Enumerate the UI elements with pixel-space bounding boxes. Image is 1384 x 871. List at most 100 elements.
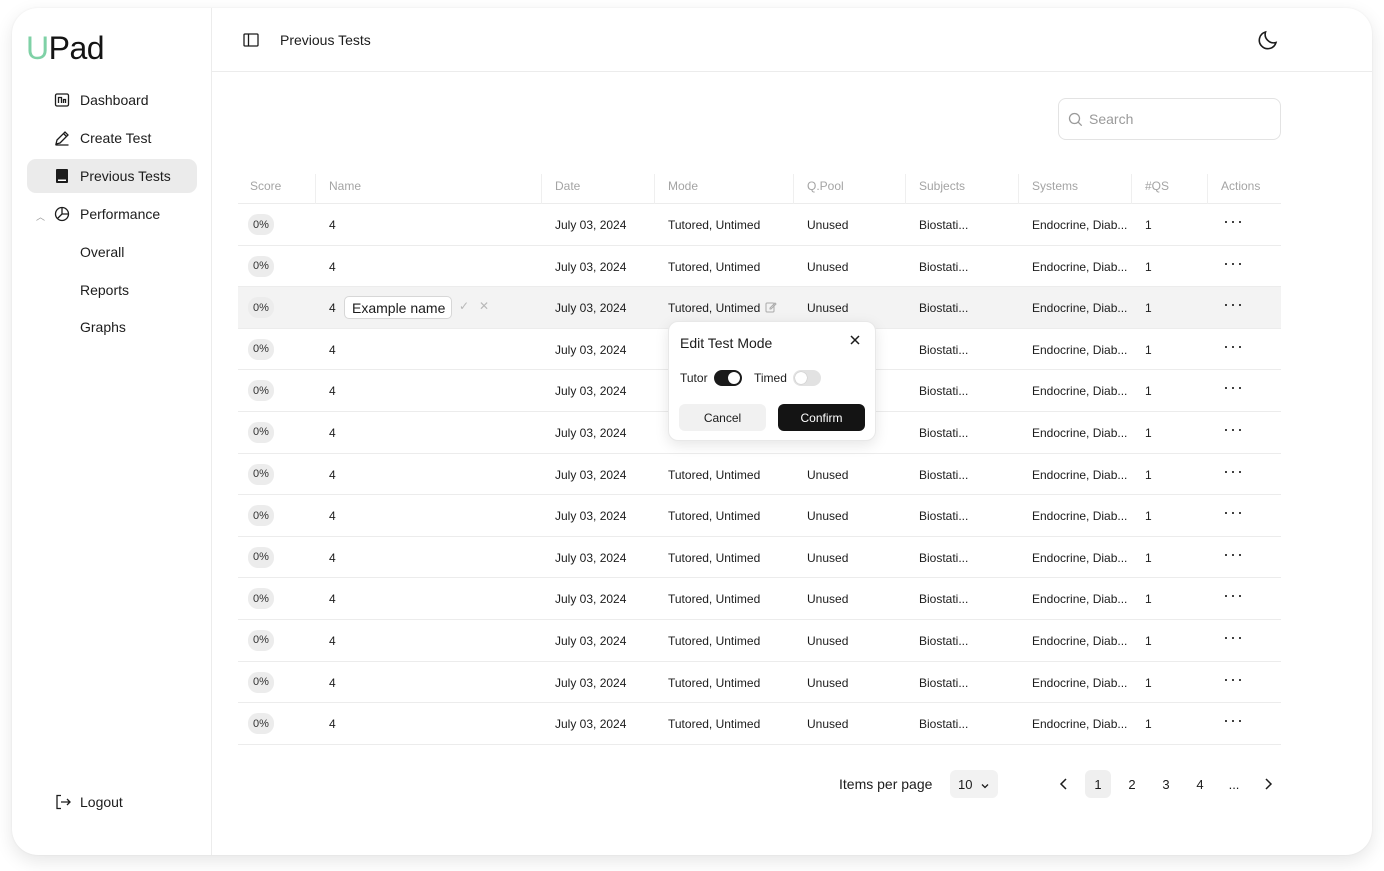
cell-name: 4 [329, 509, 336, 524]
column-header-qpool[interactable]: Q.Pool [807, 179, 844, 193]
check-icon[interactable]: ✓ [459, 299, 469, 313]
app-logo[interactable]: U Pad [26, 30, 105, 67]
more-actions-icon[interactable]: ··· [1223, 336, 1244, 357]
cell-mode: Tutored, Untimed [668, 218, 761, 232]
cell-name: 4 [329, 675, 336, 690]
sidebar-toggle-icon[interactable] [243, 32, 259, 48]
page-button-1[interactable]: 1 [1085, 770, 1111, 798]
column-header-score[interactable]: Score [250, 179, 281, 193]
cell-qpool: Unused [807, 550, 849, 565]
app-window: U Pad Dashboard Create Test Previous Test… [12, 8, 1372, 855]
rename-input[interactable] [344, 296, 452, 320]
page-button-3[interactable]: 3 [1153, 770, 1179, 798]
more-actions-icon[interactable]: ··· [1223, 294, 1244, 315]
items-per-page-value: 10 [958, 776, 973, 792]
cell-qpool: Unused [807, 633, 849, 648]
column-header-qs[interactable]: #QS [1145, 179, 1169, 193]
column-header-subjects[interactable]: Subjects [919, 179, 965, 193]
more-actions-icon[interactable]: ··· [1223, 419, 1244, 440]
sidebar-item-label: Dashboard [80, 92, 149, 108]
more-actions-icon[interactable]: ··· [1223, 211, 1244, 232]
close-icon[interactable]: ✕ [479, 299, 489, 313]
cell-mode: Tutored, Untimed [668, 717, 761, 732]
column-header-mode[interactable]: Mode [668, 179, 698, 193]
table-row[interactable]: 0% 4 July 03, 2024 Tutored, Untimed Unused Bi… [238, 537, 1281, 579]
cell-name: 4 [329, 717, 336, 732]
cell-subjects: Biostati... [919, 259, 969, 274]
cell-subjects: Biostati... [919, 717, 969, 732]
table-row[interactable]: 0% 4 July 03, 2024 Tutored, Untimed Unused Bi… [238, 703, 1281, 745]
more-actions-icon[interactable]: ··· [1223, 710, 1244, 731]
edit-test-mode-popover: Edit Test Mode Tutor Timed Cancel Confir… [668, 321, 876, 441]
table-row[interactable]: 0% 4 July 03, 2024 Tutored, Untimed Unused Bi… [238, 662, 1281, 704]
sidebar-item-performance[interactable]: Performance [27, 197, 197, 231]
column-header-date[interactable]: Date [555, 179, 580, 193]
cell-mode: Tutored, Untimed [668, 259, 761, 274]
cell-name: 4 [329, 592, 336, 607]
more-actions-icon[interactable]: ··· [1223, 461, 1244, 482]
more-actions-icon[interactable]: ··· [1223, 669, 1244, 690]
table-body: 0% 4 July 03, 2024 Tutored, Untimed Unused Bi… [238, 204, 1281, 745]
chart-pie-icon [53, 205, 71, 223]
cell-name: 4 [329, 467, 336, 482]
cell-qs: 1 [1145, 384, 1152, 399]
more-actions-icon[interactable]: ··· [1223, 502, 1244, 523]
column-header-name[interactable]: Name [329, 179, 361, 193]
table-row[interactable]: 0% 4 July 03, 2024 Tutored, Untimed Unused Bi… [238, 204, 1281, 246]
chevron-right-icon[interactable] [1260, 776, 1276, 792]
cell-qpool: Unused [807, 301, 849, 316]
cell-qs: 1 [1145, 592, 1152, 607]
table-row[interactable]: 0% 4 July 03, 2024 Tutored, Untimed Unused Bi… [238, 246, 1281, 288]
logout-icon [54, 793, 72, 811]
sidebar-subitem-overall[interactable]: Overall [80, 244, 124, 260]
cell-qs: 1 [1145, 218, 1152, 232]
table-row[interactable]: 0% 4 July 03, 2024 Tutored, Untimed Unused Bi… [238, 578, 1281, 620]
tutor-label: Tutor [680, 371, 708, 385]
cell-date: July 03, 2024 [555, 633, 627, 648]
logout-button[interactable]: Logout [54, 792, 123, 812]
cell-date: July 03, 2024 [555, 717, 627, 732]
sidebar-item-create-test[interactable]: Create Test [27, 121, 197, 155]
tutor-toggle[interactable] [714, 370, 742, 386]
column-divider [793, 174, 794, 204]
cell-qs: 1 [1145, 342, 1152, 357]
more-actions-icon[interactable]: ··· [1223, 253, 1244, 274]
score-badge: 0% [248, 505, 274, 527]
more-actions-icon[interactable]: ··· [1223, 627, 1244, 648]
sidebar-item-dashboard[interactable]: Dashboard [27, 83, 197, 117]
cell-mode: Tutored, Untimed [668, 467, 761, 482]
column-header-systems[interactable]: Systems [1032, 179, 1078, 193]
cell-date: July 03, 2024 [555, 592, 627, 607]
table-row[interactable]: 0% 4 July 03, 2024 Tutored, Untimed Unused Bi… [238, 495, 1281, 537]
more-actions-icon[interactable]: ··· [1223, 585, 1244, 606]
cell-qpool: Unused [807, 675, 849, 690]
table-row[interactable]: 0% 4 July 03, 2024 Tutored, Untimed Unused Bi… [238, 454, 1281, 496]
cell-date: July 03, 2024 [555, 218, 627, 232]
cell-name: 4 [329, 259, 336, 274]
search-input[interactable] [1089, 107, 1269, 131]
chevron-left-icon[interactable] [1056, 776, 1072, 792]
confirm-button[interactable]: Confirm [778, 404, 865, 431]
sidebar-subitem-graphs[interactable]: Graphs [80, 319, 126, 335]
items-per-page-select[interactable]: 10 [950, 770, 998, 798]
cell-systems: Endocrine, Diab... [1032, 509, 1128, 524]
dark-mode-icon[interactable] [1256, 28, 1280, 52]
chevron-down-icon [980, 779, 990, 789]
more-actions-icon[interactable]: ··· [1223, 377, 1244, 398]
edit-icon[interactable] [765, 301, 777, 313]
cell-qpool: Unused [807, 717, 849, 732]
more-actions-icon[interactable]: ··· [1223, 544, 1244, 565]
sidebar-item-previous-tests[interactable]: Previous Tests [27, 159, 197, 193]
timed-toggle[interactable] [793, 370, 821, 386]
table-header: Score Name Date Mode Q.Pool Subjects Sys… [238, 168, 1281, 204]
cell-date: July 03, 2024 [555, 342, 627, 357]
page-button-4[interactable]: 4 [1187, 770, 1213, 798]
cell-systems: Endocrine, Diab... [1032, 425, 1128, 440]
table-row[interactable]: 0% 4 July 03, 2024 Tutored, Untimed Unused Bi… [238, 620, 1281, 662]
close-icon[interactable] [848, 333, 862, 347]
items-per-page-label: Items per page [839, 776, 933, 792]
cell-qs: 1 [1145, 301, 1152, 316]
page-button-2[interactable]: 2 [1119, 770, 1145, 798]
sidebar-subitem-reports[interactable]: Reports [80, 282, 129, 298]
cancel-button[interactable]: Cancel [679, 404, 766, 431]
